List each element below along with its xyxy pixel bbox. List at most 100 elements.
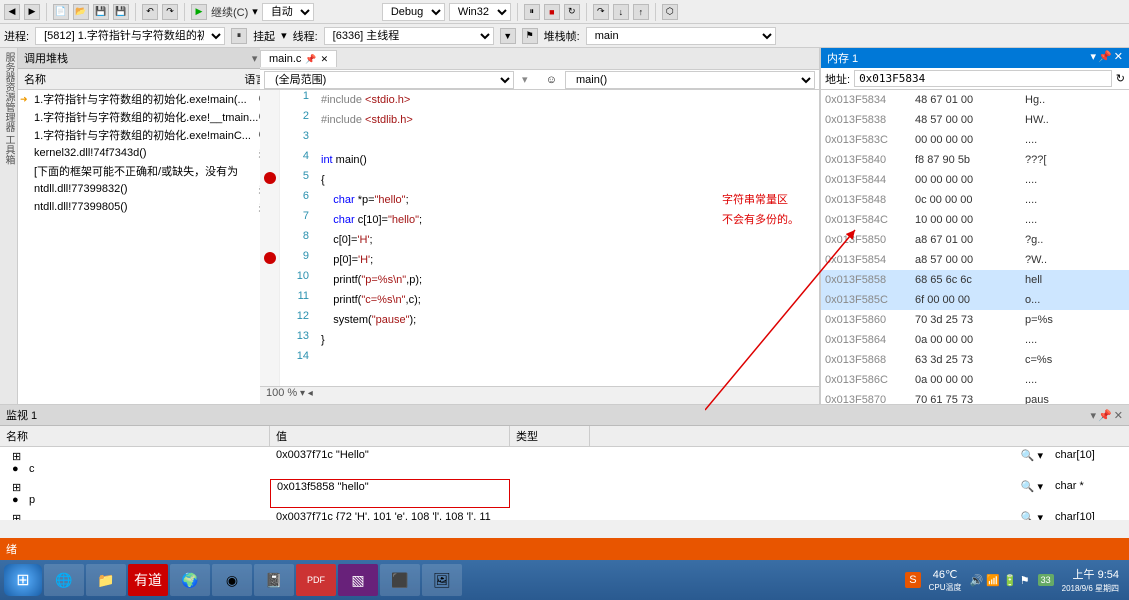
pin-icon[interactable]: 📌 (1098, 50, 1112, 66)
ime-icon[interactable]: S (905, 572, 920, 588)
restart-icon[interactable]: ↻ (564, 4, 580, 20)
platform-dropdown[interactable]: Win32 (449, 3, 511, 21)
process-toolbar: 进程: [5812] 1.字符指针与字符数组的初... ⏸ 挂起 ▾ 线程: [… (0, 24, 1129, 48)
callstack-row[interactable]: 1.字符指针与字符数组的初始化.exe!__tmain... C (18, 108, 290, 126)
close-icon[interactable]: ✕ (1114, 50, 1123, 66)
memory-row[interactable]: 0x013F583848 57 00 00HW.. (821, 110, 1129, 130)
callstack-row[interactable]: ➜1.字符指针与字符数组的初始化.exe!main(... C (18, 90, 290, 108)
task-item[interactable]: 有道 (128, 564, 168, 596)
memory-row[interactable]: 0x013F584C10 00 00 00.... (821, 210, 1129, 230)
callstack-row[interactable]: ntdll.dll!77399832()未知 (18, 180, 290, 198)
dropdown-icon[interactable]: ▾ (1091, 409, 1097, 422)
task-item[interactable]: ▧ (338, 564, 378, 596)
scope-func-dropdown[interactable]: main() (565, 71, 815, 89)
step-out-icon[interactable]: ↑ (633, 4, 649, 20)
watch-row[interactable]: ⊞ ● &c0x0037f71c {72 'H', 101 'e', 108 '… (0, 509, 1129, 520)
stackframe-dropdown[interactable]: main (586, 27, 776, 45)
save-icon[interactable]: 💾 (93, 4, 109, 20)
memory-row[interactable]: 0x013F58480c 00 00 00.... (821, 190, 1129, 210)
memory-row[interactable]: 0x013F583C00 00 00 00.... (821, 130, 1129, 150)
flag-icon[interactable]: ⚑ (522, 28, 538, 44)
watch-title: 监视 1 (6, 407, 37, 423)
close-icon[interactable]: ✕ (1114, 409, 1123, 422)
task-item[interactable]: ◉ (212, 564, 252, 596)
memory-row[interactable]: 0x013F586863 3d 25 73c=%s (821, 350, 1129, 370)
dropdown-icon[interactable]: ▾ (252, 52, 258, 65)
task-item[interactable]: ⬛ (380, 564, 420, 596)
memory-row[interactable]: 0x013F584400 00 00 00.... (821, 170, 1129, 190)
dropdown-icon[interactable]: ▾ (1091, 50, 1097, 66)
callstack-row[interactable]: ntdll.dll!77399805()未知 (18, 198, 290, 216)
address-input[interactable] (854, 70, 1112, 87)
code-editor[interactable]: 1234567891011121314 字符串常量区 不会有多份的。 #incl… (260, 90, 819, 386)
memory-row[interactable]: 0x013F5854a8 57 00 00?W.. (821, 250, 1129, 270)
vertical-tabs[interactable]: 服务器资源管理器 工具箱 (0, 48, 18, 404)
task-item[interactable]: PDF (296, 564, 336, 596)
process-dropdown[interactable]: [5812] 1.字符指针与字符数组的初... (35, 27, 225, 45)
memory-row[interactable]: 0x013F58640a 00 00 00.... (821, 330, 1129, 350)
start-button[interactable]: ⊞ (4, 564, 42, 596)
tray-badge[interactable]: 33 (1038, 574, 1054, 586)
thread-dropdown[interactable]: [6336] 主线程 (324, 27, 494, 45)
callstack-row[interactable]: kernel32.dll!74f7343d()未知 (18, 144, 290, 162)
continue-label[interactable]: 继续(C) (211, 4, 248, 20)
callstack-title: 调用堆栈 (24, 50, 68, 66)
watch-col-name[interactable]: 名称 (0, 426, 270, 446)
new-icon[interactable]: 📄 (53, 4, 69, 20)
watch-col-type[interactable]: 类型 (510, 426, 590, 446)
pin-icon[interactable]: 📌 (305, 54, 316, 65)
pin-icon[interactable]: 📌 (1098, 409, 1112, 422)
redo-icon[interactable]: ↷ (162, 4, 178, 20)
step-into-icon[interactable]: ↓ (613, 4, 629, 20)
thread-label: 线程: (293, 28, 318, 44)
watch-row[interactable]: ⊞ ● p0x013f5858 "hello"🔍 ▾char * (0, 478, 1129, 509)
address-label: 地址: (825, 71, 850, 87)
memory-row[interactable]: 0x013F583448 67 01 00Hg.. (821, 90, 1129, 110)
task-item[interactable]: 🖼 (422, 564, 462, 596)
tray-icons[interactable]: 🔊 📶 🔋 ⚑ (969, 574, 1029, 587)
memory-row[interactable]: 0x013F586C0a 00 00 00.... (821, 370, 1129, 390)
stop-icon[interactable]: ■ (544, 4, 560, 20)
memory-row[interactable]: 0x013F586070 3d 25 73p=%s (821, 310, 1129, 330)
suspend-icon[interactable]: ⏸ (231, 28, 247, 44)
refresh-icon[interactable]: ↻ (1116, 72, 1125, 85)
zoom-bar: 100 % ▾ ◂ (260, 386, 819, 404)
watch-col-value[interactable]: 值 (270, 426, 510, 446)
callstack-header: 调用堆栈 ▾ 📌 ✕ (18, 48, 290, 69)
memory-row[interactable]: 0x013F5850a8 67 01 00?g.. (821, 230, 1129, 250)
memory-row[interactable]: 0x013F585C6f 00 00 00o... (821, 290, 1129, 310)
watch-row[interactable]: ⊞ ● c0x0037f71c "Hello"🔍 ▾char[10] (0, 447, 1129, 478)
col-name-header[interactable]: 名称 (24, 71, 244, 87)
annotation-text: 字符串常量区 不会有多份的。 (722, 190, 799, 230)
memory-row[interactable]: 0x013F5840f8 87 90 5b???[ (821, 150, 1129, 170)
watch-panel: 监视 1 ▾ 📌 ✕ 名称 值 类型 ⊞ ● c0x0037f71c "Hell… (0, 404, 1129, 520)
callstack-row[interactable]: [下面的框架可能不正确和/或缺失，没有为 (18, 162, 290, 180)
memory-row[interactable]: 0x013F587070 61 75 73paus (821, 390, 1129, 404)
open-icon[interactable]: 📂 (73, 4, 89, 20)
task-item[interactable]: 🌍 (170, 564, 210, 596)
system-tray[interactable]: S 46℃CPU温度 🔊 📶 🔋 ⚑ 33 上午 9:542018/9/6 星期… (905, 566, 1125, 594)
pause-icon[interactable]: ⏸ (524, 4, 540, 20)
close-icon[interactable]: ✕ (321, 54, 329, 65)
config-dropdown[interactable]: Debug (382, 3, 445, 21)
editor-tab-main[interactable]: main.c 📌 ✕ (260, 50, 337, 67)
breakpoint-icon[interactable] (264, 172, 276, 184)
hex-icon[interactable]: ⬡ (662, 4, 678, 20)
task-item[interactable]: 📓 (254, 564, 294, 596)
undo-icon[interactable]: ↶ (142, 4, 158, 20)
continue-button[interactable]: ▶ (191, 4, 207, 20)
memory-row[interactable]: 0x013F585868 65 6c 6chell (821, 270, 1129, 290)
nav-fwd-icon[interactable]: ▶ (24, 4, 40, 20)
save-all-icon[interactable]: 💾 (113, 4, 129, 20)
task-item[interactable]: 🌐 (44, 564, 84, 596)
step-over-icon[interactable]: ↷ (593, 4, 609, 20)
breakpoint-icon[interactable] (264, 252, 276, 264)
callstack-row[interactable]: 1.字符指针与字符数组的初始化.exe!mainC... C (18, 126, 290, 144)
task-item[interactable]: 📁 (86, 564, 126, 596)
auto-dropdown[interactable]: 自动 (262, 3, 314, 21)
suspend-label[interactable]: 挂起 (253, 28, 275, 44)
nav-back-icon[interactable]: ◀ (4, 4, 20, 20)
filter-icon[interactable]: ▼ (500, 28, 516, 44)
scope-global-dropdown[interactable]: (全局范围) (264, 71, 514, 89)
process-label: 进程: (4, 28, 29, 44)
